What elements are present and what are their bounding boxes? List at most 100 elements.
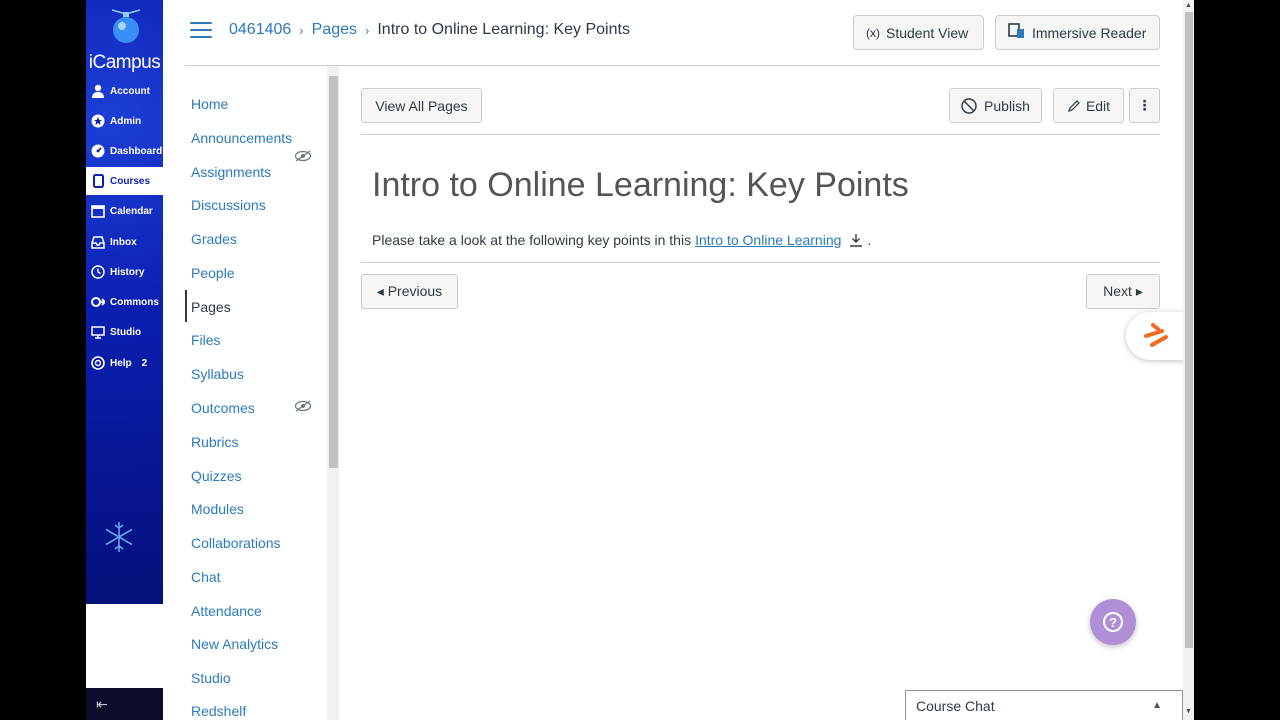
student-view-icon: (x) [866, 25, 880, 40]
gnav-admin[interactable]: Admin [86, 107, 163, 135]
global-nav: iCampus Account Admin Dashboard Courses … [86, 0, 163, 604]
course-nav-scrollbar[interactable] [327, 66, 339, 720]
course-nav-modules[interactable]: Modules [191, 501, 244, 517]
publish-label: Publish [984, 97, 1030, 114]
collapse-nav-button[interactable]: ⇤ [86, 688, 163, 720]
book-icon [90, 173, 106, 189]
hamburger-menu-icon[interactable] [190, 22, 212, 42]
course-nav-syllabus[interactable]: Syllabus [191, 366, 244, 382]
publish-button[interactable]: Publish [949, 88, 1042, 123]
gnav-label: Studio [110, 326, 142, 338]
course-nav-collaborations[interactable]: Collaborations [191, 535, 281, 551]
scrollbar-thumb[interactable] [329, 76, 338, 468]
snowflake-icon [105, 522, 133, 552]
chevron-right-icon: › [299, 22, 304, 38]
course-nav-studio[interactable]: Studio [191, 670, 231, 686]
more-options-button[interactable]: ⋮ [1129, 88, 1160, 123]
dashboard-icon [90, 143, 106, 159]
course-nav-attendance[interactable]: Attendance [191, 603, 262, 619]
gnav-label: Admin [110, 115, 142, 127]
gnav-label: Courses [110, 175, 151, 187]
student-view-button[interactable]: (x) Student View [853, 15, 984, 50]
gnav-label: Calendar [110, 205, 153, 217]
page-scrollbar[interactable]: ▲ ▼ [1183, 0, 1194, 720]
help-badge: 2 [141, 357, 148, 369]
gnav-label: Help [110, 357, 132, 369]
student-view-label: Student View [886, 24, 969, 41]
immersive-reader-label: Immersive Reader [1032, 24, 1147, 41]
course-nav-files[interactable]: Files [191, 332, 221, 348]
gnav-help[interactable]: Help 2 [86, 349, 163, 377]
immersive-reader-button[interactable]: Immersive Reader [995, 15, 1160, 50]
intro-online-learning-link[interactable]: Intro to Online Learning [695, 232, 841, 248]
shield-icon [90, 113, 106, 129]
divider [361, 134, 1160, 135]
orange-logo-icon [1144, 323, 1168, 347]
download-icon[interactable] [849, 233, 863, 247]
gnav-courses[interactable]: Courses [86, 167, 163, 195]
breadcrumb-pages[interactable]: Pages [312, 21, 357, 39]
commons-icon [90, 294, 106, 310]
scroll-up-arrow-icon[interactable]: ▲ [1185, 2, 1192, 9]
help-fab-button[interactable]: ? [1090, 599, 1136, 645]
pencil-icon [1067, 99, 1080, 112]
browser-viewport: iCampus Account Admin Dashboard Courses … [86, 0, 1194, 720]
view-all-pages-button[interactable]: View All Pages [361, 88, 482, 123]
course-nav-pages[interactable]: Pages [191, 299, 231, 315]
help-icon [90, 355, 106, 371]
gnav-commons[interactable]: Commons [86, 288, 163, 316]
icampus-logo[interactable]: iCampus [86, 52, 163, 74]
gnav-label: Commons [110, 296, 159, 308]
gnav-history[interactable]: History [86, 258, 163, 286]
studio-icon [90, 324, 106, 340]
ornament-icon [111, 9, 141, 43]
user-icon [90, 83, 106, 99]
gnav-dashboard[interactable]: Dashboard [86, 137, 163, 165]
breadcrumb-course[interactable]: 0461406 [229, 21, 291, 39]
course-chat-label: Course Chat [916, 697, 995, 714]
next-button[interactable]: Next ▸ [1086, 274, 1160, 309]
gnav-label: Dashboard [110, 145, 163, 157]
body-text: Please take a look at the following key … [372, 232, 692, 248]
inbox-icon [90, 234, 106, 250]
eye-slash-icon [294, 400, 312, 412]
gnav-calendar[interactable]: Calendar [86, 197, 163, 225]
gnav-studio[interactable]: Studio [86, 318, 163, 346]
course-chat-bar[interactable]: Course Chat ▲ [905, 690, 1183, 720]
course-nav-discussions[interactable]: Discussions [191, 197, 266, 213]
breadcrumb: 0461406 › Pages › Intro to Online Learni… [229, 21, 630, 39]
course-nav-announcements[interactable]: Announcements [191, 130, 292, 146]
edit-button[interactable]: Edit [1053, 88, 1124, 123]
course-nav-quizzes[interactable]: Quizzes [191, 468, 242, 484]
course-nav-rubrics[interactable]: Rubrics [191, 434, 238, 450]
unpublished-icon [961, 97, 977, 114]
gnav-label: History [110, 266, 145, 278]
course-nav-people[interactable]: People [191, 265, 235, 281]
active-indicator [185, 290, 187, 322]
page-body: Please take a look at the following key … [372, 232, 871, 248]
gnav-inbox[interactable]: Inbox [86, 228, 163, 256]
body-suffix: . [867, 232, 872, 248]
course-nav-home[interactable]: Home [191, 96, 228, 112]
calendar-icon [90, 203, 106, 219]
gnav-label: Inbox [110, 236, 137, 248]
divider [361, 262, 1160, 263]
floating-widget-button[interactable] [1126, 312, 1186, 360]
scrollbar-thumb[interactable] [1185, 12, 1193, 648]
scroll-down-arrow-icon[interactable]: ▼ [1185, 708, 1192, 715]
course-nav-outcomes[interactable]: Outcomes [191, 400, 255, 416]
gnav-account[interactable]: Account [86, 77, 163, 105]
gnav-label: Account [110, 85, 150, 97]
chevron-right-icon: › [365, 22, 370, 38]
caret-up-icon: ▲ [1152, 700, 1162, 711]
clock-icon [90, 264, 106, 280]
course-nav-new-analytics[interactable]: New Analytics [191, 636, 278, 652]
course-nav-redshelf[interactable]: Redshelf [191, 703, 246, 719]
course-nav-assignments[interactable]: Assignments [191, 164, 271, 180]
course-nav: Home Announcements Assignments Discussio… [163, 66, 325, 720]
question-icon: ? [1103, 612, 1123, 632]
previous-button[interactable]: ◂ Previous [361, 274, 458, 309]
course-nav-grades[interactable]: Grades [191, 231, 237, 247]
page-content: View All Pages Publish Edit ⋮ Intro to O… [361, 66, 1160, 720]
course-nav-chat[interactable]: Chat [191, 569, 221, 585]
